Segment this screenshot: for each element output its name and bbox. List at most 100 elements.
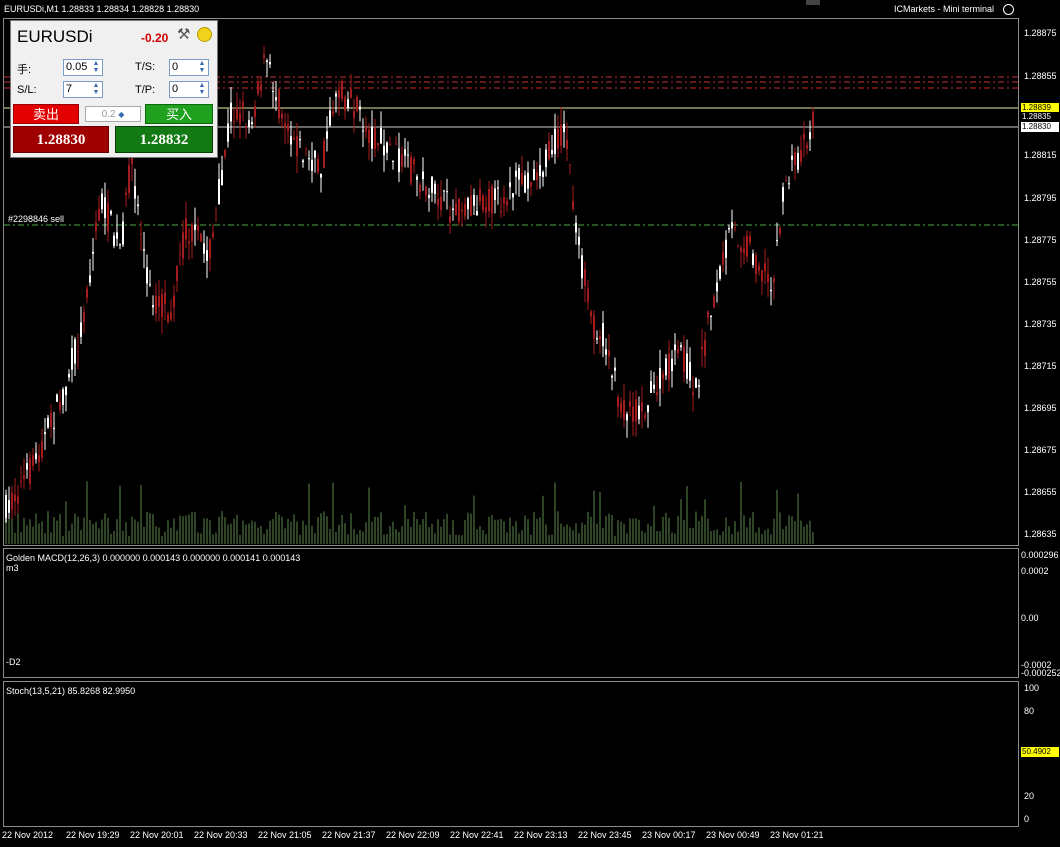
spread-input[interactable]: 0.2 ◆ xyxy=(85,106,141,122)
candle-body xyxy=(656,392,658,395)
candle-body xyxy=(365,127,367,132)
candle-body xyxy=(701,346,703,350)
candle-body xyxy=(434,183,436,194)
candle-body xyxy=(143,249,145,251)
candle-body xyxy=(281,113,283,119)
candle-body xyxy=(746,235,748,257)
candle-body xyxy=(362,130,364,132)
candle-body xyxy=(389,143,391,146)
stoch-pane[interactable] xyxy=(3,681,1019,827)
sell-button[interactable]: 卖出 xyxy=(13,104,79,124)
candle-body xyxy=(146,267,148,284)
ts-input[interactable]: 0 ▲ ▼ xyxy=(169,59,209,76)
spin-arrows-icon[interactable]: ▲ ▼ xyxy=(91,82,101,97)
candle-body xyxy=(191,224,193,242)
tools-icon[interactable]: ⚒ xyxy=(177,25,190,43)
status-dot-icon[interactable] xyxy=(197,27,212,42)
candle-body xyxy=(581,255,583,279)
sl-value: 7 xyxy=(66,83,73,95)
candle-body xyxy=(557,128,559,149)
candle-body xyxy=(485,206,487,213)
stoch-level-tag: 50.4902 xyxy=(1021,747,1059,757)
candle-body xyxy=(758,265,760,271)
candle-body xyxy=(602,323,604,347)
candle-body xyxy=(254,106,256,118)
spin-arrows-icon[interactable]: ▲ ▼ xyxy=(197,60,207,75)
tp-input[interactable]: 0 ▲ ▼ xyxy=(169,81,209,98)
candle-body xyxy=(185,218,187,240)
macd-d2-label: -D2 xyxy=(6,657,21,667)
mt4-chart-window[interactable]: EURUSDi,M1 1.28833 1.28834 1.28828 1.288… xyxy=(0,0,1060,847)
candle-body xyxy=(158,295,160,307)
candle-body xyxy=(629,401,631,407)
candle-body xyxy=(209,239,211,259)
candle-body xyxy=(596,337,598,340)
candle-body xyxy=(449,216,451,223)
candle-body xyxy=(227,123,229,142)
price-axis-label: 1.28815 xyxy=(1024,150,1057,160)
candle-body xyxy=(257,81,259,95)
buy-button[interactable]: 买入 xyxy=(145,104,213,124)
candle-body xyxy=(74,339,76,364)
time-axis-label: 22 Nov 23:13 xyxy=(514,830,568,840)
candle-body xyxy=(737,245,739,247)
candle-body xyxy=(71,348,73,370)
candle-body xyxy=(494,188,496,201)
candle-body xyxy=(515,170,517,177)
candle-body xyxy=(512,193,514,198)
ts-label: T/S: xyxy=(135,61,156,73)
bid-price-tag: 1.28830 xyxy=(1021,122,1059,132)
spin-arrows-icon[interactable]: ▲ ▼ xyxy=(91,60,101,75)
candle-body xyxy=(368,129,370,143)
price-axis-label: 1.28655 xyxy=(1024,487,1057,497)
candle-body xyxy=(566,139,568,150)
candle-body xyxy=(428,195,430,198)
mini-terminal-panel[interactable]: EURUSDi -0.20 ⚒ 手: 0.05 ▲ ▼ T/S: 0 ▲ ▼ S/L: … xyxy=(10,20,218,158)
candle-body xyxy=(719,266,721,279)
candle-body xyxy=(536,172,538,181)
macd-axis-bottom: -0.000252 xyxy=(1021,668,1060,678)
ask-price-button[interactable]: 1.28832 xyxy=(115,126,213,153)
candle-body xyxy=(671,358,673,372)
candle-body xyxy=(497,187,499,189)
sl-input[interactable]: 7 ▲ ▼ xyxy=(63,81,103,98)
candle-body xyxy=(245,126,247,129)
candle-body xyxy=(68,373,70,378)
macd-pane[interactable] xyxy=(3,548,1019,678)
candle-body xyxy=(233,120,235,122)
candle-body xyxy=(632,406,634,422)
candle-body xyxy=(809,132,811,140)
time-axis-label: 23 Nov 01:21 xyxy=(770,830,824,840)
time-axis-label: 22 Nov 22:41 xyxy=(450,830,504,840)
candle-body xyxy=(812,112,814,127)
candle-body xyxy=(212,232,214,238)
candle-body xyxy=(761,270,763,282)
candle-body xyxy=(518,168,520,180)
candle-body xyxy=(173,295,175,308)
spin-arrows-icon[interactable]: ◆ xyxy=(118,110,124,119)
candle-body xyxy=(590,311,592,317)
candle-body xyxy=(326,131,328,139)
candle-body xyxy=(128,165,130,193)
candle-body xyxy=(641,402,643,412)
candle-body xyxy=(377,142,379,146)
candle-body xyxy=(506,200,508,206)
candle-body xyxy=(791,155,793,160)
candle-body xyxy=(473,194,475,206)
candle-body xyxy=(413,158,415,165)
candle-body xyxy=(266,60,268,63)
price-axis-top: 1.28875 xyxy=(1024,28,1057,38)
candle-body xyxy=(305,148,307,150)
candle-body xyxy=(647,405,649,413)
candle-body xyxy=(230,102,232,122)
candle-body xyxy=(788,183,790,185)
candle-body xyxy=(440,196,442,211)
lots-input[interactable]: 0.05 ▲ ▼ xyxy=(63,59,103,76)
candle-body xyxy=(83,312,85,323)
candle-body xyxy=(149,284,151,286)
spin-arrows-icon[interactable]: ▲ ▼ xyxy=(197,82,207,97)
bid-price-button[interactable]: 1.28830 xyxy=(13,126,109,153)
candle-body xyxy=(284,123,286,128)
candle-body xyxy=(431,176,433,193)
candle-body xyxy=(335,93,337,97)
